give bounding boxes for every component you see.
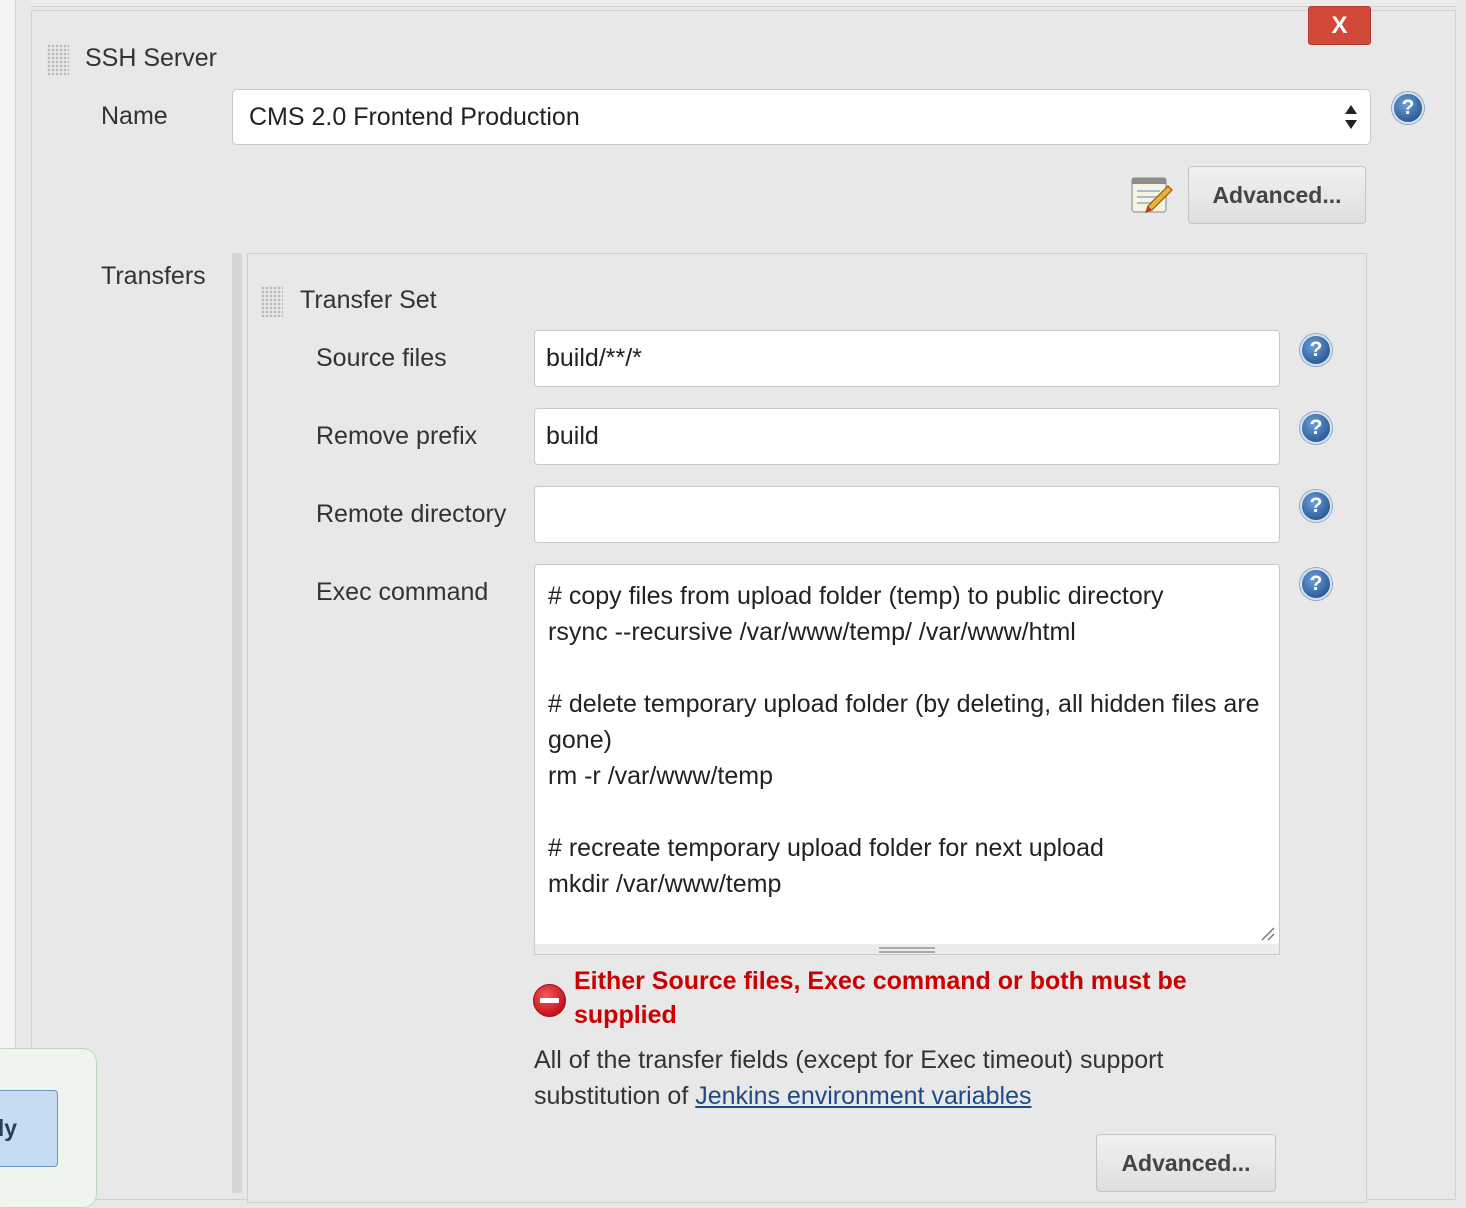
ssh-server-title: SSH Server [85, 44, 217, 72]
previous-panel-edge [31, 0, 1456, 7]
source-files-label: Source files [316, 344, 447, 372]
textarea-resize-grip-icon[interactable] [1258, 924, 1276, 942]
notepad-edit-icon [1131, 177, 1173, 213]
remote-directory-help-icon[interactable]: ? [1300, 490, 1332, 522]
ssh-server-advanced-button[interactable]: Advanced... [1188, 166, 1366, 224]
transfers-indent-bar [232, 253, 242, 1193]
delete-ssh-server-button[interactable]: X [1308, 6, 1371, 45]
name-label: Name [101, 102, 168, 130]
ssh-server-name-select[interactable]: CMS 2.0 Frontend Production [232, 89, 1371, 145]
name-help-icon[interactable]: ? [1392, 92, 1424, 124]
transfer-set-title: Transfer Set [300, 286, 437, 314]
transfer-set-drag-handle-icon[interactable] [261, 286, 283, 318]
textarea-resize-bar-grip-icon [879, 947, 935, 953]
jenkins-env-vars-link[interactable]: Jenkins environment variables [695, 1082, 1031, 1110]
ssh-server-drag-handle-icon[interactable] [47, 44, 69, 76]
exec-command-textarea[interactable]: # copy files from upload folder (temp) t… [534, 564, 1280, 946]
exec-command-help-icon[interactable]: ? [1300, 568, 1332, 600]
source-files-input[interactable]: build/**/* [534, 330, 1280, 387]
validation-error-message: Either Source files, Exec command or bot… [574, 967, 1187, 1029]
ssh-server-name-value: CMS 2.0 Frontend Production [249, 102, 580, 131]
exec-command-label: Exec command [316, 578, 489, 606]
transfer-fields-info: All of the transfer fields (except for E… [534, 1042, 1234, 1114]
remote-directory-input[interactable] [534, 486, 1280, 543]
remove-prefix-help-icon[interactable]: ? [1300, 412, 1332, 444]
select-arrows-icon [1345, 105, 1357, 129]
source-files-help-icon[interactable]: ? [1300, 334, 1332, 366]
transfer-set-advanced-button[interactable]: Advanced... [1096, 1134, 1276, 1192]
remote-directory-label: Remote directory [316, 500, 507, 528]
error-icon [533, 984, 566, 1017]
apply-button[interactable]: ly [0, 1090, 58, 1167]
transfers-label: Transfers [101, 262, 206, 290]
remove-prefix-label: Remove prefix [316, 422, 478, 450]
page-left-edge [0, 0, 16, 1186]
remove-prefix-input[interactable]: build [534, 408, 1280, 465]
